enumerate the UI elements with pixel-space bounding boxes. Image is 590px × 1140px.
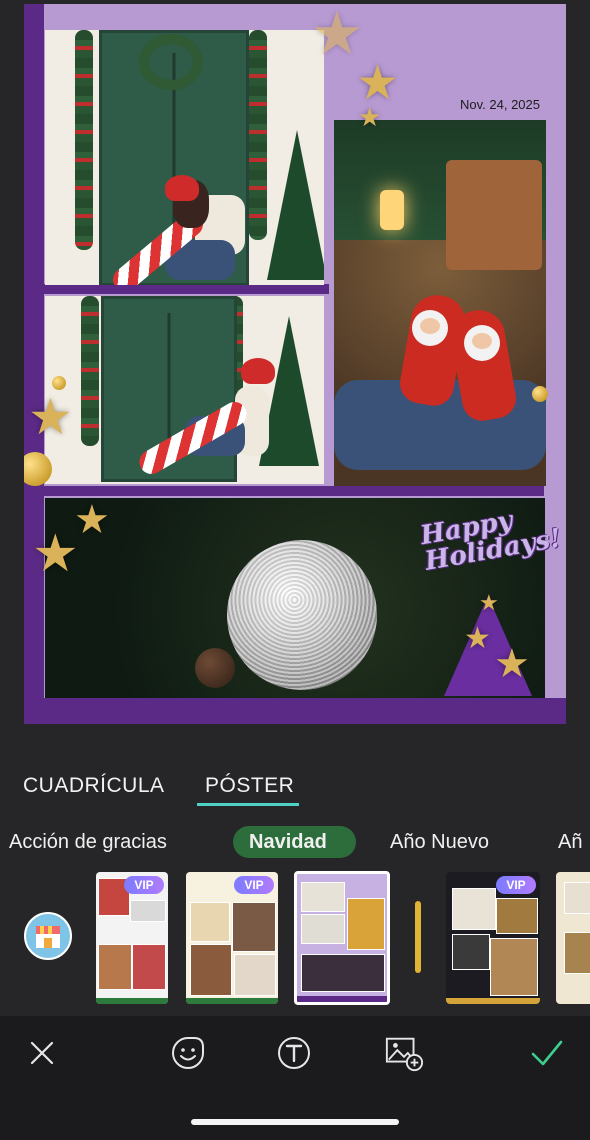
wreath — [139, 34, 203, 90]
star-icon: ★ — [464, 622, 491, 655]
category-christmas[interactable]: Navidad — [249, 831, 327, 854]
pinecone — [195, 648, 235, 688]
gold-bauble — [52, 376, 66, 390]
tab-poster[interactable]: PÓSTER — [205, 774, 294, 798]
template-thumb-4[interactable]: VIP — [446, 872, 540, 1004]
star-icon: ★ — [479, 590, 499, 615]
store-button[interactable] — [24, 912, 72, 960]
template-photo — [301, 954, 385, 992]
close-icon — [30, 1041, 54, 1065]
red-hat — [165, 175, 199, 201]
template-photo — [190, 902, 230, 942]
star-icon: ★ — [74, 498, 110, 542]
sticker-icon — [172, 1037, 204, 1069]
template-thumb-2[interactable]: VIP — [186, 872, 278, 1004]
template-photo — [564, 882, 590, 914]
garland — [75, 30, 93, 250]
template-photo — [232, 902, 276, 952]
gold-bauble — [532, 386, 548, 402]
template-photo — [301, 882, 345, 912]
template-photo — [132, 944, 166, 990]
add-image-icon — [385, 1037, 424, 1072]
poster-canvas[interactable]: ★ ★ ★ ★ ★ ★ ★ ★ ★ Nov. 24, 2025 Happy Ho… — [24, 4, 566, 724]
category-thanksgiving[interactable]: Acción de gracias — [9, 831, 167, 854]
template-photo — [190, 944, 232, 996]
garland — [249, 30, 267, 240]
frame-strip-mid — [44, 284, 329, 294]
photo-top-left[interactable] — [45, 30, 324, 285]
frame-strip-left — [24, 4, 44, 724]
star-icon: ★ — [28, 389, 73, 445]
close-button[interactable] — [22, 1033, 62, 1073]
star-icon: ★ — [494, 642, 530, 686]
vip-badge: VIP — [496, 876, 536, 894]
template-footer — [446, 998, 540, 1004]
photo-right[interactable] — [334, 120, 546, 486]
candle-light — [380, 190, 404, 230]
garland — [81, 296, 99, 446]
frame-strip-bottom — [24, 698, 566, 724]
template-photo — [301, 914, 345, 944]
template-footer — [96, 998, 168, 1004]
scroll-divider — [415, 901, 421, 973]
star-icon: ★ — [310, 4, 364, 67]
confirm-button[interactable] — [527, 1033, 567, 1073]
frame-strip-lower — [44, 486, 544, 496]
tab-cuadricula[interactable]: CUADRÍCULA — [23, 774, 165, 798]
template-thumb-3-selected[interactable] — [294, 871, 390, 1005]
template-footer — [186, 998, 278, 1004]
template-photo — [234, 954, 276, 996]
santa-face — [412, 310, 448, 346]
star-icon: ★ — [32, 525, 79, 583]
poster-date[interactable]: Nov. 24, 2025 — [460, 97, 540, 112]
vip-badge: VIP — [234, 876, 274, 894]
home-indicator — [191, 1119, 399, 1125]
text-icon — [278, 1037, 310, 1069]
template-photo — [452, 888, 496, 930]
christmas-tree — [267, 130, 324, 280]
check-icon — [531, 1040, 563, 1066]
template-photo — [452, 934, 490, 970]
silver-ornament — [227, 540, 377, 690]
vip-badge: VIP — [124, 876, 164, 894]
star-icon: ★ — [358, 102, 382, 132]
template-photo — [98, 944, 132, 990]
star-icon: ★ — [356, 57, 400, 110]
santa-face — [464, 325, 500, 361]
template-photo — [347, 898, 385, 950]
template-photo — [130, 900, 166, 922]
red-hat — [241, 358, 275, 384]
photo-mid-left[interactable] — [45, 296, 324, 484]
category-new-year[interactable]: Año Nuevo — [390, 831, 489, 854]
active-tab-indicator — [197, 803, 299, 806]
template-photo — [496, 898, 538, 934]
store-icon — [36, 926, 60, 948]
template-photo — [490, 938, 538, 996]
sticker-button[interactable] — [168, 1033, 208, 1073]
template-footer — [297, 996, 387, 1002]
template-thumb-1[interactable]: VIP — [96, 872, 168, 1004]
template-thumb-5-partial[interactable] — [556, 872, 590, 1004]
gift-box — [446, 160, 542, 270]
add-image-button[interactable] — [384, 1033, 424, 1073]
template-photo — [564, 932, 590, 974]
category-next[interactable]: Añ — [558, 831, 582, 854]
text-button[interactable] — [274, 1033, 314, 1073]
